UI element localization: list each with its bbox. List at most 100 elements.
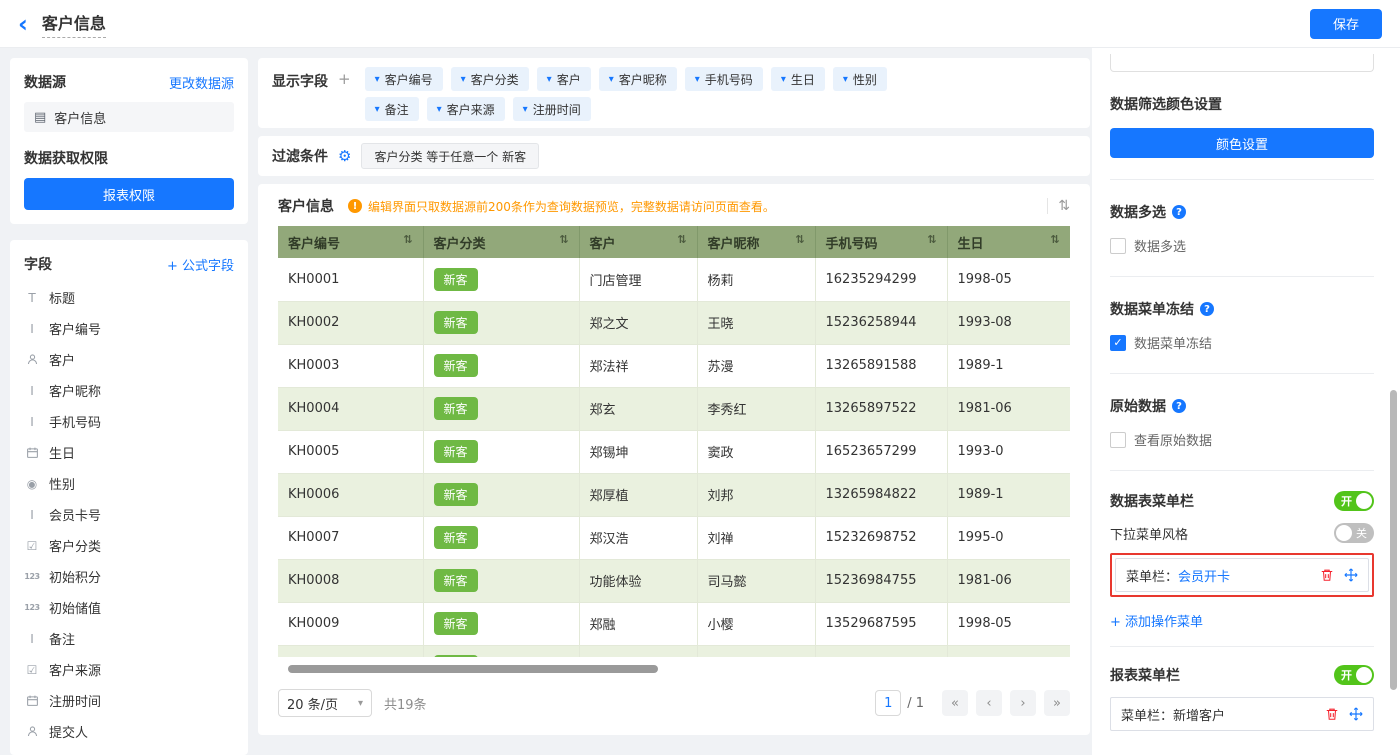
- next-page-button[interactable]: ›: [1010, 690, 1036, 716]
- horizontal-scrollbar-thumb[interactable]: [288, 665, 658, 673]
- prev-page-button[interactable]: ‹: [976, 690, 1002, 716]
- report-menubar-toggle[interactable]: 开: [1334, 665, 1374, 685]
- field-item-birthday[interactable]: 生日: [24, 437, 234, 468]
- field-item-customer-no[interactable]: I 客户编号: [24, 313, 234, 344]
- field-item-initial-value[interactable]: 123 初始储值: [24, 592, 234, 623]
- page-size-select[interactable]: 20 条/页 ▾: [278, 689, 372, 717]
- filter-chip[interactable]: 客户分类 等于任意一个 新客: [361, 143, 539, 169]
- formula-field-link[interactable]: + 公式字段: [167, 255, 234, 274]
- add-action-menu-link[interactable]: + 添加操作菜单: [1110, 611, 1203, 630]
- field-item-title[interactable]: T 标题: [24, 282, 234, 313]
- topbar: ‹ 客户信息 保存: [0, 0, 1400, 48]
- field-item-phone[interactable]: I 手机号码: [24, 406, 234, 437]
- move-icon[interactable]: [1349, 707, 1363, 721]
- checkbox-unchecked[interactable]: [1110, 238, 1126, 254]
- field-item-member-card[interactable]: I 会员卡号: [24, 499, 234, 530]
- field-item-initial-points[interactable]: 123 初始积分: [24, 561, 234, 592]
- table-header-cell[interactable]: 客户分类⇅: [423, 226, 579, 258]
- field-chip[interactable]: ▾注册时间: [513, 97, 591, 121]
- table-header-cell[interactable]: 手机号码⇅: [815, 226, 947, 258]
- datasource-item[interactable]: ▤ 客户信息: [24, 102, 234, 132]
- horizontal-scrollbar[interactable]: [278, 665, 1070, 673]
- field-item-nickname[interactable]: I 客户昵称: [24, 375, 234, 406]
- multi-select-checkbox-row[interactable]: 数据多选: [1110, 236, 1374, 255]
- table-title: 客户信息: [278, 196, 334, 216]
- sort-icon[interactable]: ⇅: [559, 233, 568, 246]
- vertical-scrollbar-thumb[interactable]: [1390, 390, 1397, 690]
- color-settings-button[interactable]: 颜色设置: [1110, 128, 1374, 158]
- field-chip[interactable]: ▾客户: [537, 67, 591, 91]
- table-cell: 1993-08: [947, 301, 1070, 344]
- caret-down-icon: ▾: [609, 74, 614, 85]
- field-label: 客户分类: [49, 536, 101, 555]
- status-badge: 新客: [434, 397, 478, 420]
- field-chip[interactable]: ▾生日: [771, 67, 825, 91]
- sort-icon[interactable]: ⇅: [677, 233, 686, 246]
- table-warning: ! 编辑界面只取数据源前200条作为查询数据预览，完整数据请访问页面查看。: [348, 198, 1037, 215]
- table-cell: 1993-0: [947, 430, 1070, 473]
- field-item-customer[interactable]: 客户: [24, 344, 234, 375]
- table-cell: 15232698752: [815, 516, 947, 559]
- table-cell: 郑厚植: [579, 473, 697, 516]
- table-sort-icon[interactable]: ⇅: [1058, 198, 1070, 214]
- current-page[interactable]: 1: [875, 690, 901, 716]
- table-cell: 杨莉: [697, 258, 815, 301]
- table-header-cell[interactable]: 生日⇅: [947, 226, 1070, 258]
- checkbox-unchecked[interactable]: [1110, 432, 1126, 448]
- page-title[interactable]: 客户信息: [42, 10, 106, 38]
- report-menubar-item[interactable]: 菜单栏： 新增客户: [1110, 697, 1374, 731]
- field-item-submitter[interactable]: 提交人: [24, 716, 234, 747]
- field-item-source[interactable]: ☑ 客户来源: [24, 654, 234, 685]
- select-icon: ☑: [24, 540, 40, 552]
- field-label: 性别: [49, 474, 75, 493]
- change-datasource-link[interactable]: 更改数据源: [169, 73, 234, 92]
- field-item-remark[interactable]: I 备注: [24, 623, 234, 654]
- page-size-value: 20 条/页: [287, 694, 338, 713]
- report-permission-button[interactable]: 报表权限: [24, 178, 234, 210]
- save-button[interactable]: 保存: [1310, 9, 1382, 39]
- trash-icon[interactable]: [1320, 568, 1334, 582]
- field-chip[interactable]: ▾客户昵称: [599, 67, 677, 91]
- sort-icon[interactable]: ⇅: [795, 233, 804, 246]
- field-item-category[interactable]: ☑ 客户分类: [24, 530, 234, 561]
- raw-data-checkbox-row[interactable]: 查看原始数据: [1110, 430, 1374, 449]
- checkbox-checked[interactable]: ✓: [1110, 335, 1126, 351]
- add-display-field-button[interactable]: +: [338, 70, 351, 119]
- sort-icon[interactable]: ⇅: [1050, 233, 1059, 246]
- dropdown-style-toggle[interactable]: 关: [1334, 523, 1374, 543]
- menubar-item[interactable]: 菜单栏： 会员开卡: [1115, 558, 1369, 592]
- field-item-register-time[interactable]: 注册时间: [24, 685, 234, 716]
- chip-label: 生日: [791, 71, 815, 88]
- menubar-value[interactable]: 新增客户: [1173, 705, 1225, 724]
- display-fields-panel: 显示字段 + ▾客户编号 ▾客户分类 ▾客户 ▾客户昵称 ▾手机号码 ▾生日 ▾…: [258, 58, 1090, 128]
- field-item-gender[interactable]: ◉ 性别: [24, 468, 234, 499]
- move-icon[interactable]: [1344, 568, 1358, 582]
- help-icon[interactable]: ?: [1200, 302, 1214, 316]
- field-chip[interactable]: ▾手机号码: [685, 67, 763, 91]
- gear-icon[interactable]: ⚙: [338, 147, 351, 165]
- field-chip[interactable]: ▾客户编号: [365, 67, 443, 91]
- table-header-cell[interactable]: 客户编号⇅: [278, 226, 423, 258]
- table-cell: 15236258944: [815, 301, 947, 344]
- trash-icon[interactable]: [1325, 707, 1339, 721]
- field-chip[interactable]: ▾性别: [833, 67, 887, 91]
- menu-freeze-checkbox-row[interactable]: ✓ 数据菜单冻结: [1110, 333, 1374, 352]
- sort-icon[interactable]: ⇅: [403, 233, 412, 246]
- table-header-cell[interactable]: 客户昵称⇅: [697, 226, 815, 258]
- field-chip[interactable]: ▾备注: [365, 97, 419, 121]
- help-icon[interactable]: ?: [1172, 205, 1186, 219]
- table-header-cell[interactable]: 客户⇅: [579, 226, 697, 258]
- chip-label: 客户来源: [447, 101, 495, 118]
- table-cell: 新客: [423, 516, 579, 559]
- field-chip[interactable]: ▾客户分类: [451, 67, 529, 91]
- back-icon[interactable]: ‹: [18, 14, 28, 34]
- last-page-button[interactable]: »: [1044, 690, 1070, 716]
- table-menubar-toggle[interactable]: 开: [1334, 491, 1374, 511]
- help-icon[interactable]: ?: [1172, 399, 1186, 413]
- table-cell: 门店管理: [579, 258, 697, 301]
- field-chip[interactable]: ▾客户来源: [427, 97, 505, 121]
- vertical-divider: [1047, 198, 1048, 214]
- first-page-button[interactable]: «: [942, 690, 968, 716]
- sort-icon[interactable]: ⇅: [927, 233, 936, 246]
- menubar-value[interactable]: 会员开卡: [1178, 566, 1230, 585]
